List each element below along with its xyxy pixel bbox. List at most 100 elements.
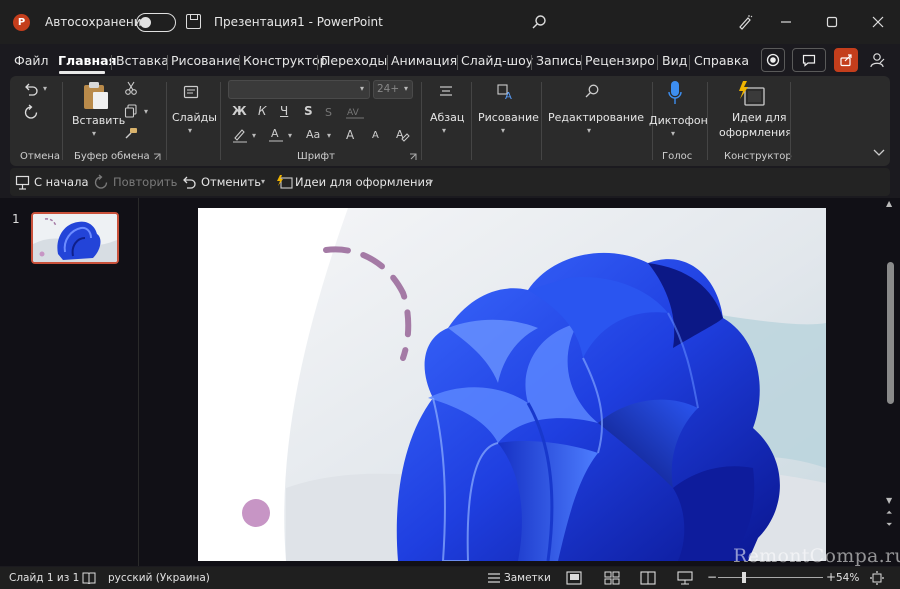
- design-ideas-label-line2[interactable]: оформления: [719, 126, 792, 139]
- undo-icon[interactable]: [23, 81, 39, 97]
- next-slide-icon[interactable]: ⏷: [886, 520, 892, 530]
- tab-transitions[interactable]: Переходы: [321, 53, 387, 68]
- undo-dropdown-icon[interactable]: ▾: [261, 177, 265, 186]
- paste-icon[interactable]: [82, 81, 110, 111]
- undo-icon[interactable]: [181, 174, 197, 190]
- highlight-icon[interactable]: [232, 127, 248, 143]
- copy-dropdown-icon[interactable]: ▾: [144, 107, 148, 116]
- undo-dropdown-icon[interactable]: ▾: [43, 84, 47, 93]
- designer-pen-icon[interactable]: [737, 14, 753, 30]
- normal-view-icon[interactable]: [566, 571, 582, 585]
- accessibility-book-icon[interactable]: [82, 571, 96, 585]
- font-size-dropdown-icon[interactable]: ▾: [404, 84, 408, 93]
- slide-thumbnail[interactable]: [31, 212, 119, 264]
- font-color-icon[interactable]: A: [268, 126, 284, 142]
- strikethrough-button[interactable]: S: [304, 104, 313, 118]
- tab-insert[interactable]: Вставка: [116, 53, 169, 68]
- format-painter-icon[interactable]: [124, 126, 138, 140]
- tab-file[interactable]: Файл: [14, 53, 49, 68]
- tab-home[interactable]: Главная: [58, 53, 117, 68]
- italic-button[interactable]: К: [258, 104, 267, 118]
- zoom-out-icon[interactable]: −: [707, 570, 717, 584]
- grow-font-button[interactable]: A: [346, 128, 354, 142]
- tab-view[interactable]: Вид: [662, 53, 687, 68]
- zoom-slider-thumb[interactable]: [742, 572, 746, 583]
- vertical-scrollbar-thumb[interactable]: [887, 262, 894, 404]
- zoom-in-icon[interactable]: +: [826, 570, 836, 584]
- powerpoint-app-icon[interactable]: P: [13, 14, 30, 31]
- dialog-launcher-icon[interactable]: [409, 153, 417, 161]
- redo-icon[interactable]: [23, 104, 39, 120]
- zoom-level[interactable]: 54%: [836, 572, 859, 584]
- slide-sorter-icon[interactable]: [604, 571, 620, 585]
- dialog-launcher-icon[interactable]: [153, 153, 161, 161]
- undo-button[interactable]: Отменить: [201, 175, 261, 189]
- copy-icon[interactable]: [124, 104, 138, 118]
- scroll-down-icon[interactable]: ▼: [886, 496, 892, 505]
- design-ideas-label-line1[interactable]: Идеи для: [732, 111, 787, 124]
- redo-button[interactable]: Повторить: [113, 175, 177, 189]
- fit-to-window-icon[interactable]: [870, 571, 884, 585]
- editing-button[interactable]: Редактирование: [548, 111, 644, 124]
- scroll-up-icon[interactable]: ▲: [886, 199, 892, 208]
- coauthor-icon[interactable]: [869, 52, 886, 69]
- maximize-button[interactable]: [822, 12, 842, 32]
- font-name-dropdown-icon[interactable]: ▾: [360, 84, 364, 93]
- shrink-font-button[interactable]: A: [372, 130, 379, 141]
- comments-button[interactable]: [792, 48, 826, 72]
- reading-view-icon[interactable]: [640, 571, 656, 585]
- find-icon[interactable]: [584, 83, 600, 99]
- close-button[interactable]: [868, 12, 888, 32]
- tab-animations[interactable]: Анимация: [391, 53, 457, 68]
- slides-button[interactable]: Слайды: [172, 111, 217, 124]
- drawing-button[interactable]: Рисование: [478, 111, 539, 124]
- previous-slide-icon[interactable]: ⏶: [886, 508, 892, 518]
- design-ideas-icon[interactable]: [276, 174, 293, 190]
- redo-icon[interactable]: [93, 174, 109, 190]
- change-case-dropdown-icon[interactable]: ▾: [327, 131, 331, 140]
- dictate-button[interactable]: Диктофон: [649, 114, 708, 127]
- editing-dropdown-icon[interactable]: ▾: [587, 126, 591, 135]
- design-ideas-button[interactable]: Идеи для оформления: [295, 175, 432, 189]
- highlight-dropdown-icon[interactable]: ▾: [252, 131, 256, 140]
- paragraph-icon[interactable]: [438, 84, 454, 100]
- font-color-dropdown-icon[interactable]: ▾: [288, 131, 292, 140]
- slides-icon[interactable]: [183, 84, 199, 100]
- design-ideas-icon[interactable]: [736, 80, 766, 108]
- collapse-ribbon-icon[interactable]: [873, 148, 885, 158]
- dictate-dropdown-icon[interactable]: ▾: [671, 129, 675, 138]
- character-spacing-icon[interactable]: AV: [345, 105, 365, 119]
- microphone-icon[interactable]: [667, 80, 683, 108]
- paste-button[interactable]: Вставить: [72, 114, 125, 127]
- text-shadow-icon[interactable]: S: [324, 105, 338, 119]
- paste-dropdown-icon[interactable]: ▾: [92, 129, 96, 138]
- record-button[interactable]: [761, 48, 785, 72]
- autosave-toggle[interactable]: [136, 13, 176, 32]
- tab-review[interactable]: Рецензиров: [585, 53, 654, 68]
- tab-design[interactable]: Конструктор: [243, 53, 328, 68]
- slide-canvas[interactable]: [198, 208, 826, 561]
- notes-button[interactable]: Заметки: [504, 572, 551, 584]
- tab-draw[interactable]: Рисование: [171, 53, 240, 68]
- minimize-button[interactable]: [776, 12, 796, 32]
- change-case-button[interactable]: Aa: [306, 128, 320, 141]
- paragraph-button[interactable]: Абзац: [430, 111, 464, 124]
- cut-icon[interactable]: [124, 81, 138, 95]
- save-icon[interactable]: [186, 14, 201, 29]
- from-start-icon[interactable]: [15, 175, 30, 190]
- zoom-slider[interactable]: [718, 577, 823, 578]
- bold-button[interactable]: Ж: [232, 104, 247, 118]
- tab-help[interactable]: Справка: [694, 53, 749, 68]
- paragraph-dropdown-icon[interactable]: ▾: [442, 126, 446, 135]
- drawing-dropdown-icon[interactable]: ▾: [501, 126, 505, 135]
- clear-formatting-icon[interactable]: A: [395, 127, 411, 143]
- font-name-input[interactable]: [228, 80, 370, 99]
- share-button[interactable]: [834, 48, 858, 72]
- slides-dropdown-icon[interactable]: ▾: [188, 126, 192, 135]
- search-icon[interactable]: [531, 14, 547, 30]
- slideshow-view-icon[interactable]: [677, 571, 693, 585]
- tab-record[interactable]: Запись: [536, 53, 582, 68]
- underline-button[interactable]: Ч: [280, 104, 288, 118]
- customize-qat-icon[interactable]: ▾: [429, 177, 433, 186]
- shapes-icon[interactable]: A: [497, 83, 515, 101]
